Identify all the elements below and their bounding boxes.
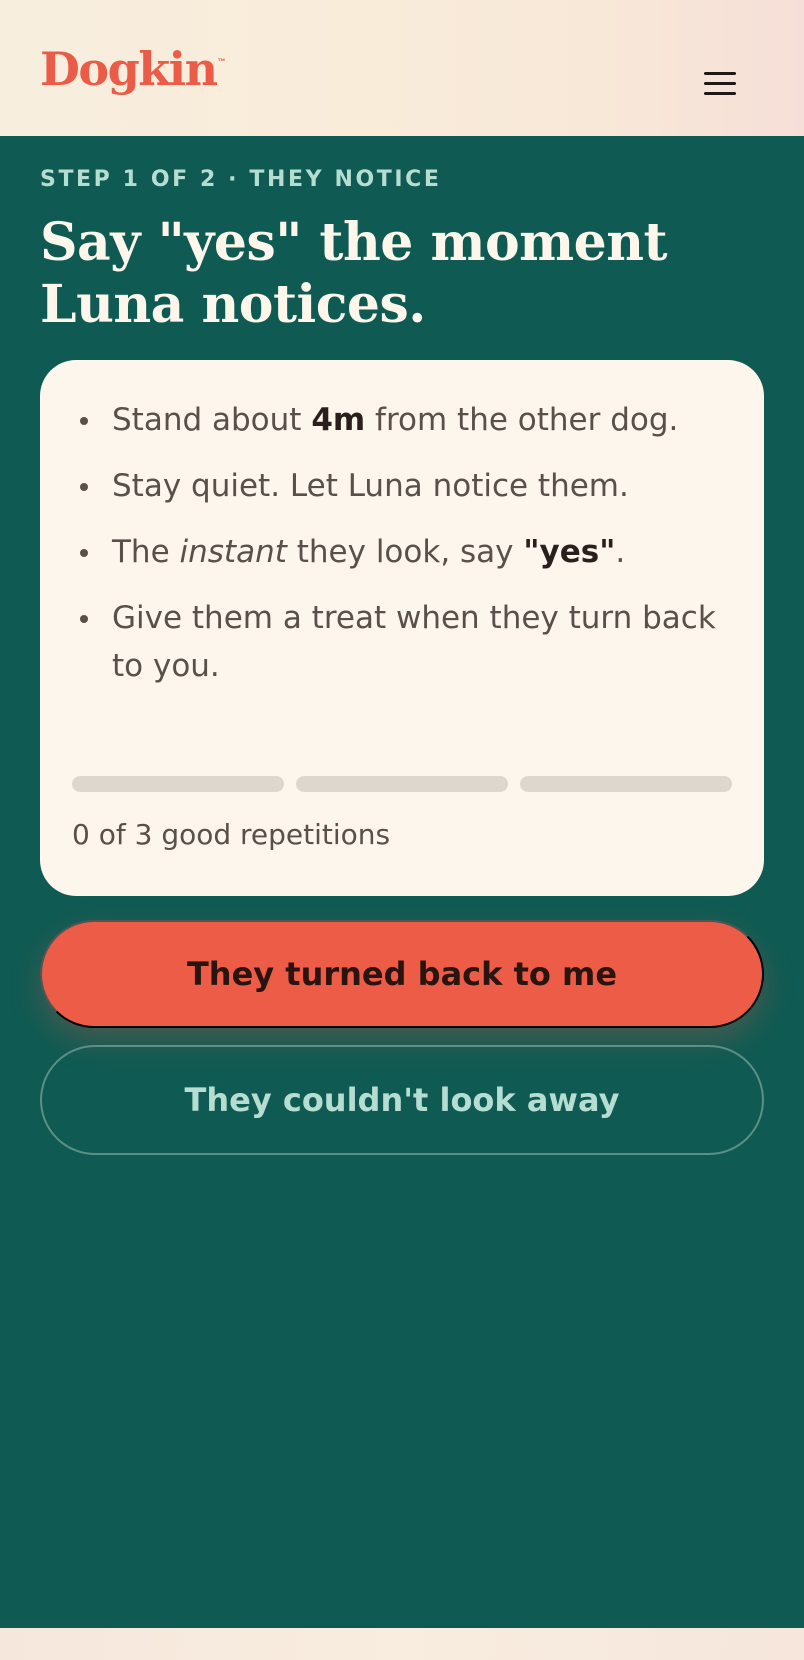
instruction-text: . xyxy=(615,534,626,570)
logo-text: Dogkin xyxy=(40,42,218,96)
instruction-text: The xyxy=(112,534,180,570)
page-title: Say "yes" the moment Luna notices. xyxy=(40,212,668,335)
footer-strip xyxy=(0,1628,804,1660)
instruction-text: they look, say xyxy=(286,534,524,570)
couldnt-look-away-button[interactable]: They couldn't look away xyxy=(40,1045,764,1155)
instruction-item-distance: Stand about 4m from the other dog. xyxy=(76,396,736,444)
instruction-text: Stand about xyxy=(112,402,312,438)
progress-segment xyxy=(296,776,508,792)
trademark-mark: ™ xyxy=(217,57,226,66)
menu-button[interactable] xyxy=(700,68,740,100)
repetition-count: 0 of 3 good repetitions xyxy=(72,818,391,851)
instruction-item-quiet: Stay quiet. Let Luna notice them. xyxy=(76,462,736,510)
instruction-list: Stand about 4m from the other dog. Stay … xyxy=(76,396,736,708)
app-header: Dogkin™ xyxy=(0,0,804,136)
instructions-card: Stand about 4m from the other dog. Stay … xyxy=(40,360,764,896)
progress-segment xyxy=(520,776,732,792)
step-label: STEP 1 OF 2 · THEY NOTICE xyxy=(40,167,442,192)
turned-back-button[interactable]: They turned back to me xyxy=(40,920,764,1028)
instruction-item-treat: Give them a treat when they turn back to… xyxy=(76,594,736,690)
instruction-item-say-yes: The instant they look, say "yes". xyxy=(76,528,736,576)
hamburger-menu-icon xyxy=(704,72,736,95)
distance-value: 4m xyxy=(311,402,366,438)
emphasis-text: instant xyxy=(179,534,287,570)
progress-segment xyxy=(72,776,284,792)
cue-word: "yes" xyxy=(523,534,616,570)
instruction-text: Give them a treat when they turn back to… xyxy=(112,600,716,684)
dogkin-logo[interactable]: Dogkin™ xyxy=(40,46,226,92)
repetition-progress xyxy=(72,776,732,792)
instruction-text: from the other dog. xyxy=(365,402,679,438)
instruction-text: Stay quiet. Let Luna notice them. xyxy=(112,468,629,504)
